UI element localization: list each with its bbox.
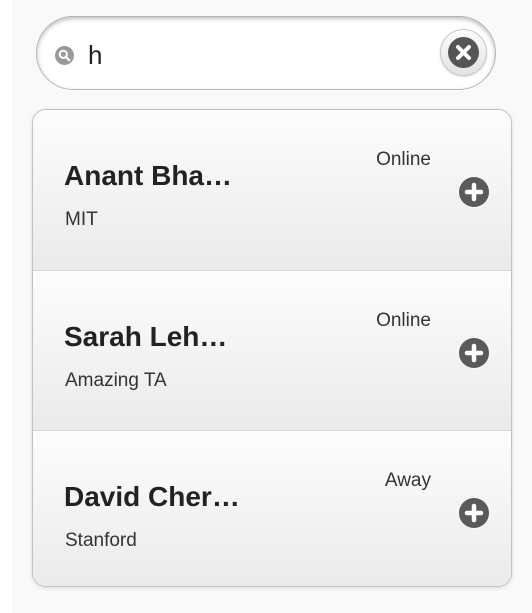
contact-row[interactable]: David Cher… Stanford Away xyxy=(33,430,511,586)
plus-icon xyxy=(464,503,484,523)
add-contact-button[interactable] xyxy=(459,338,489,368)
contact-row[interactable]: Sarah Leh… Amazing TA Online xyxy=(33,270,511,430)
search-icon xyxy=(55,46,74,65)
contact-status: Online xyxy=(376,149,431,170)
search-input[interactable] xyxy=(88,37,408,73)
plus-icon xyxy=(464,343,484,363)
close-icon xyxy=(448,37,479,68)
contact-row[interactable]: Anant Bha… MIT Online xyxy=(33,110,511,270)
contact-status: Online xyxy=(376,310,431,331)
plus-icon xyxy=(464,182,484,202)
contact-name: Anant Bha… xyxy=(64,160,232,191)
search-bar xyxy=(36,16,496,90)
contact-name: Sarah Leh… xyxy=(64,321,228,352)
add-contact-button[interactable] xyxy=(459,177,489,207)
add-contact-button[interactable] xyxy=(459,498,489,528)
contact-list: Anant Bha… MIT Online Sarah Leh… Amazing… xyxy=(32,109,512,587)
contact-name: David Cher… xyxy=(64,481,240,512)
contact-status: Away xyxy=(384,470,431,491)
contact-subtitle: Amazing TA xyxy=(65,370,167,391)
clear-search-button[interactable] xyxy=(440,29,487,76)
contact-subtitle: Stanford xyxy=(65,530,137,551)
contact-subtitle: MIT xyxy=(65,209,98,230)
